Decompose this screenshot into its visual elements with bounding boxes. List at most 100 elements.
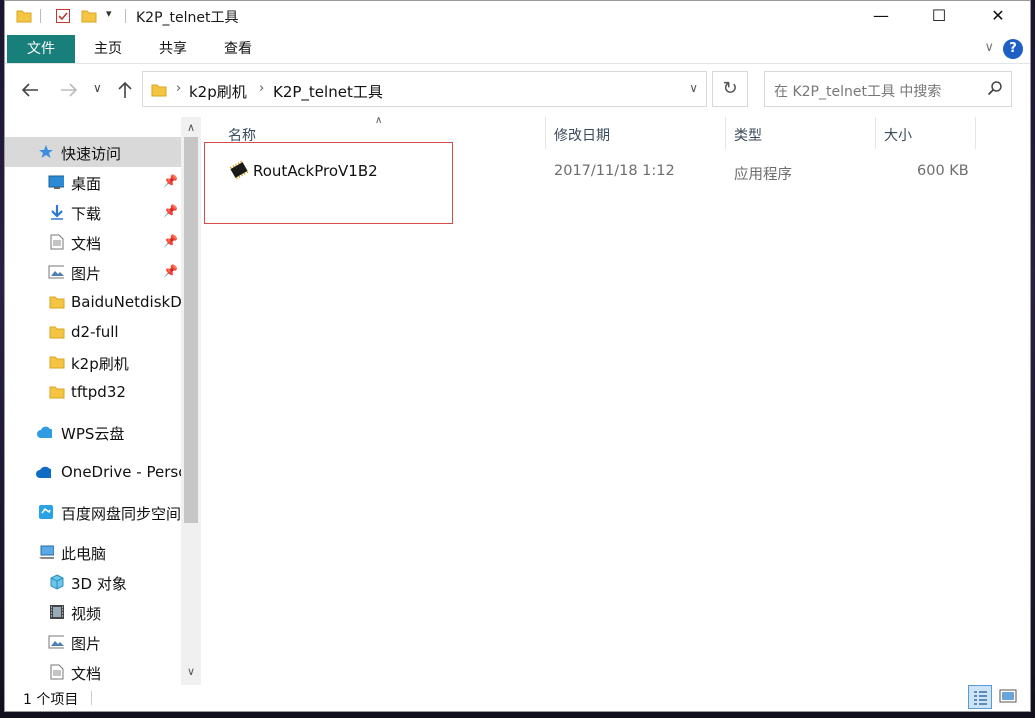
sidebar-item-label: 3D 对象 bbox=[71, 575, 127, 593]
breadcrumb-item[interactable]: K2P_telnet工具 bbox=[273, 81, 383, 102]
document-icon bbox=[50, 664, 64, 680]
scrollbar-thumb[interactable] bbox=[184, 137, 198, 523]
thumbnail-view-icon bbox=[999, 689, 1017, 703]
folder-icon bbox=[49, 386, 65, 399]
picture-icon bbox=[48, 265, 64, 279]
navigation-pane: 快速访问 桌面 📌 下载 📌 文档 📌 图片 📌 BaiduNetdiskDo … bbox=[5, 117, 181, 685]
sidebar-item-this-pc[interactable]: 此电脑 bbox=[5, 537, 181, 567]
maximize-button[interactable]: ☐ bbox=[916, 1, 962, 31]
recent-locations-chevron-icon[interactable]: ∨ bbox=[93, 81, 102, 95]
tab-share[interactable]: 共享 bbox=[159, 35, 187, 63]
breadcrumb-chevron-icon[interactable]: › bbox=[176, 81, 181, 96]
window-title: K2P_telnet工具 bbox=[136, 10, 239, 26]
sidebar-item-videos[interactable]: 视频 bbox=[5, 597, 181, 627]
scroll-down-chevron-icon[interactable]: ∨ bbox=[181, 665, 201, 678]
sidebar-item-downloads[interactable]: 下载 📌 bbox=[5, 197, 181, 227]
details-view-button[interactable] bbox=[968, 685, 992, 709]
search-placeholder: 在 K2P_telnet工具 中搜索 bbox=[774, 84, 942, 100]
pin-icon[interactable]: 📌 bbox=[163, 204, 178, 218]
tab-file[interactable]: 文件 bbox=[7, 35, 75, 63]
sidebar-item-label: 文档 bbox=[71, 665, 102, 683]
computer-icon bbox=[39, 545, 54, 559]
address-dropdown-chevron-icon[interactable]: ∨ bbox=[689, 81, 698, 95]
column-header-size[interactable]: 大小 bbox=[884, 125, 912, 145]
sidebar-item-onedrive[interactable]: OneDrive - Persc bbox=[5, 457, 181, 487]
sidebar-item-label: OneDrive - Persc bbox=[61, 463, 181, 481]
pin-icon[interactable]: 📌 bbox=[163, 174, 178, 188]
sidebar-item-label: 图片 bbox=[71, 265, 102, 283]
navigation-bar: ∨ › k2p刷机 › K2P_telnet工具 ∨ ↻ 在 K2P_telne… bbox=[5, 71, 1030, 109]
sidebar-item-d2-full[interactable]: d2-full bbox=[5, 317, 181, 347]
file-size: 600 KB bbox=[917, 163, 969, 179]
divider bbox=[91, 691, 92, 705]
column-divider[interactable] bbox=[725, 117, 726, 149]
sidebar-item-quick-access[interactable]: 快速访问 bbox=[5, 137, 181, 167]
sidebar-item-label: BaiduNetdiskDo bbox=[71, 293, 181, 311]
title-bar: ▾ K2P_telnet工具 — ☐ ✕ bbox=[5, 1, 1030, 31]
breadcrumb-chevron-icon[interactable]: › bbox=[259, 81, 264, 96]
cloud-icon bbox=[37, 426, 52, 438]
video-icon bbox=[50, 605, 64, 619]
tab-view[interactable]: 查看 bbox=[224, 35, 252, 63]
sidebar-item-pictures[interactable]: 图片 📌 bbox=[5, 257, 181, 287]
sort-ascending-icon: ∧ bbox=[375, 115, 383, 126]
breadcrumb-item[interactable]: k2p刷机 bbox=[189, 81, 247, 102]
close-button[interactable]: ✕ bbox=[975, 1, 1021, 31]
refresh-button[interactable]: ↻ bbox=[712, 71, 748, 107]
search-icon[interactable] bbox=[987, 80, 1003, 96]
sidebar-item-documents[interactable]: 文档 📌 bbox=[5, 227, 181, 257]
sidebar-item-label: d2-full bbox=[71, 323, 119, 341]
folder-icon bbox=[16, 10, 32, 23]
scroll-up-chevron-icon[interactable]: ∧ bbox=[181, 121, 201, 134]
sidebar-item-label: 百度网盘同步空间 bbox=[61, 505, 181, 523]
sidebar-item-label: 下载 bbox=[71, 205, 102, 223]
back-arrow-icon[interactable] bbox=[21, 82, 39, 98]
properties-icon[interactable] bbox=[55, 8, 71, 24]
column-divider[interactable] bbox=[975, 117, 976, 149]
baidu-sync-icon bbox=[39, 505, 53, 519]
cube-icon bbox=[50, 574, 64, 590]
sidebar-item-tftpd32[interactable]: tftpd32 bbox=[5, 377, 181, 407]
search-box[interactable]: 在 K2P_telnet工具 中搜索 bbox=[764, 71, 1012, 107]
help-button[interactable]: ? bbox=[1003, 39, 1023, 59]
sidebar-scrollbar[interactable]: ∧ ∨ bbox=[181, 117, 201, 685]
refresh-icon: ↻ bbox=[722, 78, 738, 99]
sidebar-item-baidu-sync[interactable]: 百度网盘同步空间 bbox=[5, 497, 181, 527]
sidebar-item-wps-cloud[interactable]: WPS云盘 bbox=[5, 417, 181, 447]
folder-icon bbox=[49, 326, 65, 339]
sidebar-item-label: 视频 bbox=[71, 605, 102, 623]
sidebar-item-documents-pc[interactable]: 文档 bbox=[5, 657, 181, 685]
desktop-icon bbox=[48, 175, 64, 189]
download-icon bbox=[51, 205, 63, 220]
sidebar-item-k2p[interactable]: k2p刷机 bbox=[5, 347, 181, 377]
sidebar-item-desktop[interactable]: 桌面 📌 bbox=[5, 167, 181, 197]
column-header-date[interactable]: 修改日期 bbox=[554, 125, 610, 145]
folder-icon bbox=[151, 84, 167, 97]
column-divider[interactable] bbox=[545, 117, 546, 149]
folder-icon bbox=[49, 356, 65, 369]
new-folder-icon[interactable] bbox=[81, 8, 97, 24]
sidebar-item-label: 文档 bbox=[71, 235, 102, 253]
address-bar[interactable]: › k2p刷机 › K2P_telnet工具 ∨ bbox=[142, 71, 707, 107]
tab-home[interactable]: 主页 bbox=[94, 35, 122, 63]
forward-arrow-icon[interactable] bbox=[60, 82, 78, 98]
onedrive-icon bbox=[36, 466, 51, 478]
pin-icon[interactable]: 📌 bbox=[163, 234, 178, 248]
up-arrow-icon[interactable] bbox=[118, 81, 132, 99]
large-icons-view-button[interactable] bbox=[997, 685, 1021, 709]
star-icon bbox=[39, 145, 53, 158]
status-bar: 1 个项目 bbox=[5, 685, 1030, 711]
pin-icon[interactable]: 📌 bbox=[163, 264, 178, 278]
sidebar-item-label: WPS云盘 bbox=[61, 425, 125, 443]
expand-ribbon-chevron-icon[interactable]: ∨ bbox=[984, 40, 994, 55]
column-header-type[interactable]: 类型 bbox=[734, 125, 762, 145]
sidebar-item-3d-objects[interactable]: 3D 对象 bbox=[5, 567, 181, 597]
file-type: 应用程序 bbox=[734, 167, 792, 183]
explorer-window: ▾ K2P_telnet工具 — ☐ ✕ 文件 主页 共享 查看 ∨ ? ∨ › bbox=[4, 0, 1031, 712]
customize-toolbar-icon[interactable]: ▾ bbox=[106, 7, 112, 20]
sidebar-item-pictures-pc[interactable]: 图片 bbox=[5, 627, 181, 657]
file-modified: 2017/11/18 1:12 bbox=[554, 163, 675, 179]
sidebar-item-baidunetdisk[interactable]: BaiduNetdiskDo bbox=[5, 287, 181, 317]
minimize-button[interactable]: — bbox=[858, 1, 904, 31]
column-divider[interactable] bbox=[875, 117, 876, 149]
